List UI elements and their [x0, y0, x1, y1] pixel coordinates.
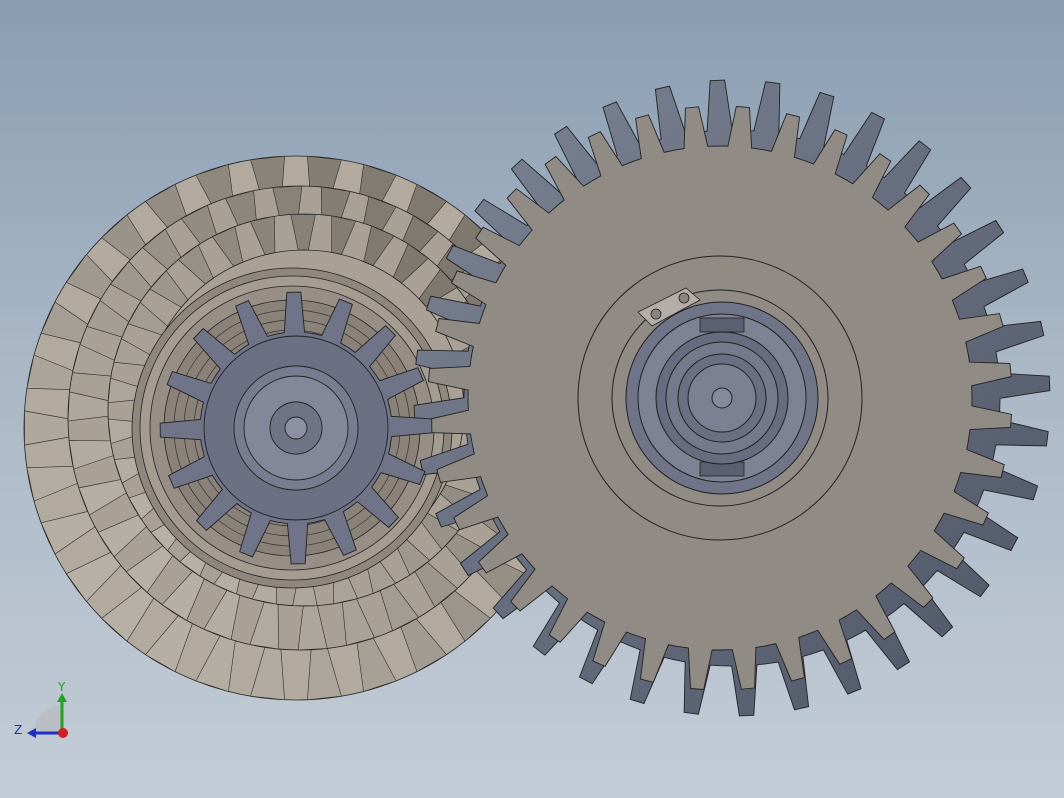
triad-z-label: Z [14, 723, 22, 737]
triad-y-arrow [57, 693, 67, 702]
triad-arc [34, 705, 62, 733]
gear-assembly-view[interactable]: Y Z [0, 0, 1064, 798]
cad-viewport[interactable]: Y Z [0, 0, 1064, 798]
triad-y-label: Y [57, 680, 66, 694]
shaft-assembly [625, 301, 819, 495]
large-spur-gear[interactable] [413, 79, 1051, 717]
view-orientation-triad: Y Z [14, 680, 68, 738]
pinion-bore [284, 416, 308, 440]
triad-origin [58, 728, 68, 738]
pinion-gear[interactable] [159, 291, 433, 565]
triad-z-arrow [27, 728, 36, 738]
